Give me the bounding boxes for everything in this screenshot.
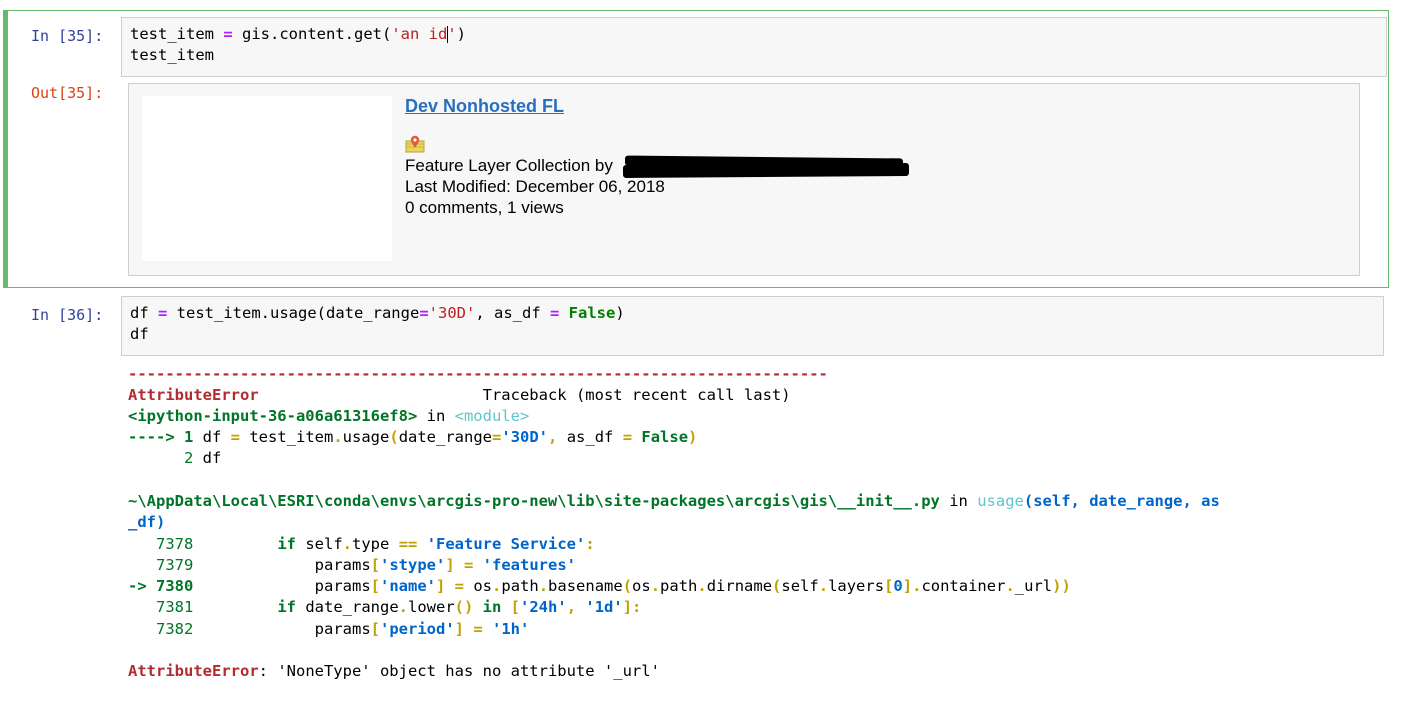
code-text: test_item = gis.content.get('an id') tes…: [130, 25, 466, 64]
output-prompt: Out[35]:: [31, 84, 104, 102]
item-type-owner: Feature Layer Collection by: [405, 156, 613, 175]
item-last-modified: Last Modified: December 06, 2018: [405, 177, 665, 196]
traceback-frame-1-line: ----> 1 df = test_item.usage(date_range=…: [128, 428, 698, 446]
traceback-header: AttributeError Traceback (most recent ca…: [128, 386, 791, 404]
traceback-frame-1-line-2: 2 df: [128, 449, 222, 467]
redaction-mark: [622, 163, 910, 178]
item-thumbnail: [142, 96, 392, 261]
item-title-link[interactable]: Dev Nonhosted FL: [405, 96, 564, 117]
item-stats: 0 comments, 1 views: [405, 198, 564, 217]
traceback-source-line: 7382 params['period'] = '1h': [128, 620, 530, 638]
traceback-rule: ----------------------------------------…: [128, 365, 828, 383]
item-output-card: Dev Nonhosted FL Feature Layer Collectio…: [128, 83, 1360, 276]
traceback-frame-1: <ipython-input-36-a06a61316ef8> in <modu…: [128, 407, 530, 425]
code-input-area[interactable]: df = test_item.usage(date_range='30D', a…: [121, 296, 1384, 356]
traceback-frame-2: ~\AppData\Local\ESRI\conda\envs\arcgis-p…: [128, 492, 1220, 531]
traceback-source-line: 7381 if date_range.lower() in ['24h', '1…: [128, 598, 642, 616]
traceback-source-line-current: -> 7380 params['name'] = os.path.basenam…: [128, 577, 1071, 595]
traceback-source-line: 7378 if self.type == 'Feature Service':: [128, 535, 595, 553]
code-cell-35[interactable]: In [35]: test_item = gis.content.get('an…: [3, 10, 1389, 288]
code-input-area[interactable]: test_item = gis.content.get('an id') tes…: [121, 17, 1387, 77]
traceback-source-line: 7379 params['stype'] = 'features': [128, 556, 576, 574]
traceback-final-error: AttributeError: 'NoneType' object has no…: [128, 662, 660, 680]
input-prompt: In [36]:: [31, 306, 104, 324]
input-prompt: In [35]:: [31, 27, 104, 45]
code-text: df = test_item.usage(date_range='30D', a…: [130, 304, 625, 343]
feature-layer-collection-icon: [405, 134, 425, 154]
